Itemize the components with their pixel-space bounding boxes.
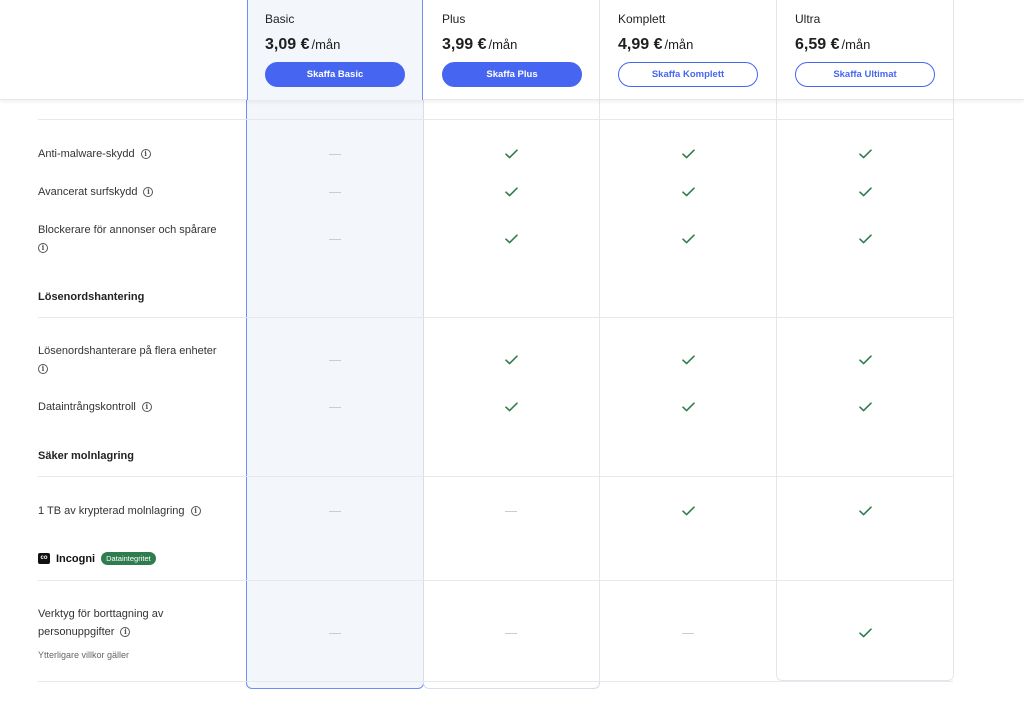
- check-icon: [678, 505, 698, 517]
- price-period: /mån: [664, 37, 694, 52]
- check-icon: [501, 233, 521, 245]
- check-icon: [855, 505, 875, 517]
- check-icon: [678, 186, 698, 198]
- feature-label: Avancerat surfskydd: [38, 186, 138, 198]
- dash-icon: [325, 354, 345, 366]
- price-value: 6,59 €: [795, 36, 840, 53]
- dash-icon: [325, 186, 345, 198]
- price-period: /mån: [488, 37, 518, 52]
- column-ultra: [776, 0, 954, 681]
- row-divider: [38, 476, 953, 477]
- row-divider: [38, 681, 953, 682]
- feature-label: Verktyg för borttagning av: [38, 608, 164, 620]
- check-icon: [855, 354, 875, 366]
- plan-name: Basic: [265, 12, 295, 26]
- column-plus: [423, 0, 600, 689]
- incogni-name: Incogni: [56, 552, 96, 565]
- check-icon: [678, 401, 698, 413]
- feature-row-label: Dataintrångskontroll i: [38, 398, 152, 416]
- get-plus-button[interactable]: Skaffa Plus: [442, 62, 582, 87]
- terms-note: Ytterligare villkor gäller: [38, 650, 130, 660]
- info-icon[interactable]: i: [143, 187, 154, 198]
- check-icon: [678, 354, 698, 366]
- get-basic-button[interactable]: Skaffa Basic: [265, 62, 405, 87]
- plan-ultra: Ultra 6,59 €/mån Skaffa Ultimat: [777, 0, 955, 100]
- feature-label: 1 TB av krypterad molnlagring: [38, 505, 185, 517]
- plan-name: Ultra: [795, 12, 821, 26]
- dash-icon: [325, 148, 345, 160]
- check-icon: [855, 186, 875, 198]
- plan-name: Plus: [442, 12, 466, 26]
- feature-label: personuppgifter: [38, 626, 115, 638]
- check-icon: [501, 186, 521, 198]
- dash-icon: [501, 505, 521, 517]
- check-icon: [855, 233, 875, 245]
- column-komplett: [599, 0, 777, 681]
- dash-icon: [678, 627, 698, 639]
- section-title-password: Lösenordshantering: [38, 291, 145, 303]
- check-icon: [855, 627, 875, 639]
- check-icon: [501, 401, 521, 413]
- plan-price: 6,59 €/mån: [795, 36, 955, 54]
- feature-label: Anti-malware-skydd: [38, 148, 135, 160]
- data-integrity-badge: Dataintegritet: [101, 552, 156, 565]
- plan-plus: Plus 3,99 €/mån Skaffa Plus: [424, 0, 602, 100]
- info-icon[interactable]: i: [141, 402, 152, 413]
- check-icon: [678, 148, 698, 160]
- feature-row-label: Avancerat surfskydd i: [38, 183, 154, 201]
- column-basic: [246, 0, 424, 689]
- info-icon[interactable]: i: [120, 627, 131, 638]
- feature-row-label: 1 TB av krypterad molnlagring i: [38, 502, 201, 520]
- get-komplett-button[interactable]: Skaffa Komplett: [618, 62, 758, 87]
- dash-icon: [325, 401, 345, 413]
- price-period: /mån: [311, 37, 341, 52]
- plan-price: 3,99 €/mån: [442, 36, 602, 54]
- row-divider: [38, 580, 953, 581]
- dash-icon: [325, 505, 345, 517]
- incogni-brand: co Incogni Dataintegritet: [38, 552, 156, 565]
- plan-basic: Basic 3,09 €/mån Skaffa Basic: [247, 0, 425, 100]
- check-icon: [855, 148, 875, 160]
- dash-icon: [325, 233, 345, 245]
- feature-label: Lösenordshanterare på flera enheter: [38, 345, 217, 357]
- feature-row-label: Lösenordshanterare på flera enheter i: [38, 342, 217, 378]
- feature-label: Dataintrångskontroll: [38, 401, 136, 413]
- info-icon[interactable]: i: [140, 149, 151, 160]
- price-value: 3,99 €: [442, 36, 487, 53]
- price-value: 3,09 €: [265, 36, 310, 53]
- check-icon: [501, 354, 521, 366]
- info-icon[interactable]: i: [38, 243, 48, 254]
- check-icon: [855, 401, 875, 413]
- plan-header: Basic 3,09 €/mån Skaffa Basic Plus 3,99 …: [0, 0, 1024, 100]
- plan-price: 3,09 €/mån: [265, 36, 425, 54]
- incogni-logo: co: [38, 553, 50, 564]
- feature-row-label: Blockerare för annonser och spårare i: [38, 221, 217, 257]
- feature-label: Blockerare för annonser och spårare: [38, 224, 217, 236]
- price-value: 4,99 €: [618, 36, 663, 53]
- get-ultimat-button[interactable]: Skaffa Ultimat: [795, 62, 935, 87]
- dash-icon: [325, 627, 345, 639]
- section-title-cloud: Säker molnlagring: [38, 450, 134, 462]
- plan-name: Komplett: [618, 12, 666, 26]
- feature-row-label: Anti-malware-skydd i: [38, 145, 151, 163]
- check-icon: [501, 148, 521, 160]
- check-icon: [678, 233, 698, 245]
- plan-price: 4,99 €/mån: [618, 36, 778, 54]
- price-period: /mån: [841, 37, 871, 52]
- plan-komplett: Komplett 4,99 €/mån Skaffa Komplett: [600, 0, 778, 100]
- row-divider: [38, 317, 953, 318]
- info-icon[interactable]: i: [38, 364, 48, 375]
- row-divider: [38, 119, 953, 120]
- dash-icon: [501, 627, 521, 639]
- feature-row-label: Verktyg för borttagning av personuppgifte…: [38, 605, 163, 641]
- info-icon[interactable]: i: [190, 506, 201, 517]
